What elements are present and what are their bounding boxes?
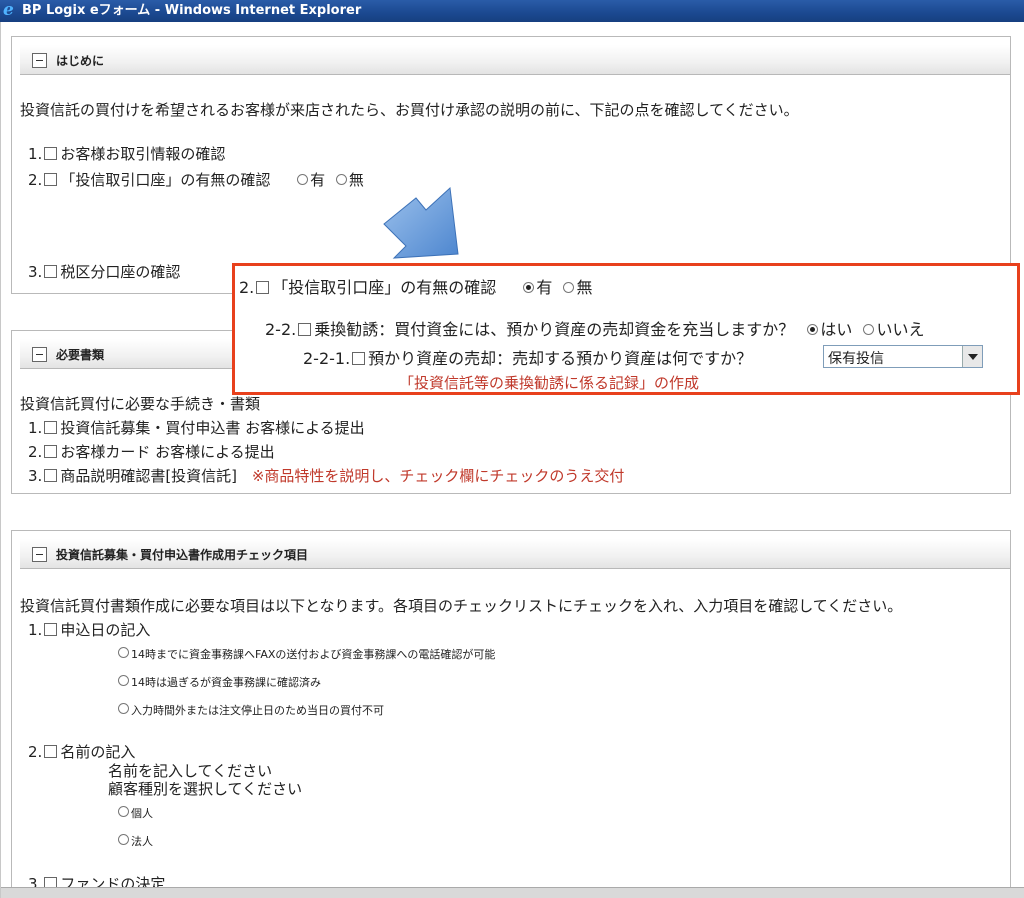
item-label: 申込日の記入 [60,621,151,639]
checkbox[interactable] [44,445,58,458]
checkbox[interactable] [44,173,58,186]
radio-button[interactable] [118,675,129,686]
callout-account-check: 2. 「投信取引口座」の有無の確認 有 無 [239,274,593,298]
radio-label-no: 無 [576,278,593,297]
radio-label: 入力時間外または注文停止日のため当日の買付不可 [131,704,384,717]
item-number: 2. [28,443,43,461]
horizontal-scrollbar[interactable] [1,887,1024,898]
radio-label: 14時は過ぎるが資金事務課に確認済み [131,676,321,689]
radio-option-corporate: 法人 [112,833,153,849]
item-label: お客様お取引情報の確認 [60,145,226,163]
section-intro-text: 投資信託買付に必要な手続き・書類 [20,395,261,413]
held-asset-select[interactable]: 保有投信 [823,345,983,368]
item-number: 2. [28,743,43,761]
checkbox[interactable] [44,147,58,160]
radio-option-date-2: 14時は過ぎるが資金事務課に確認済み [112,674,321,690]
section-intro-text: 投資信託の買付けを希望されるお客様が来店されたら、お買付け承認の説明の前に、下記… [20,101,799,119]
callout-highlight-box: 2. 「投信取引口座」の有無の確認 有 無 2-2. 乗換勧誘：買付資金には、預かり… [232,263,1020,395]
item-label: 商品説明確認書[投資信託] [60,467,238,485]
radio-yes[interactable] [297,174,309,185]
window-titlebar: e BP Logix eフォーム - Windows Internet Expl… [0,0,1024,22]
radio-button[interactable] [118,834,129,845]
radio-button[interactable] [118,703,129,714]
radio-label-yes: 有 [536,278,553,297]
item-number: 3. [28,467,43,485]
radio-button[interactable] [118,806,129,817]
item-label: 投資信託募集・買付申込書 お客様による提出 [60,419,365,437]
checklist-item-tax-account: 3. 税区分口座の確認 [28,261,180,282]
section-introduction: はじめに 投資信託の買付けを希望されるお客様が来店されたら、お買付け承認の説明の… [11,36,1011,294]
radio-label-no: いいえ [876,320,925,339]
callout-switching-solicitation: 2-2. 乗換勧誘：買付資金には、預かり資産の売却資金を充当しますか？ はい いい… [265,316,924,340]
section-title: 投資信託募集・買付申込書作成用チェック項目 [56,548,309,562]
item-number: 2. [239,278,255,297]
item-label: お客様カード お客様による提出 [60,443,275,461]
section-title: はじめに [56,54,105,68]
item-number: 2-2-1. [303,349,351,368]
checkbox[interactable] [44,745,58,758]
radio-option-date-1: 14時までに資金事務課へFAXの送付および資金事務課への電話確認が可能 [112,646,495,662]
radio-no[interactable] [335,174,347,185]
checklist-item-application-form: 1. 投資信託募集・買付申込書 お客様による提出 [28,417,365,438]
radio-label-yes: 有 [310,171,326,189]
item-number: 3. [28,263,43,281]
window-title: BP Logix eフォーム - Windows Internet Explor… [22,3,362,18]
checklist-item-customer-card: 2. お客様カード お客様による提出 [28,441,275,462]
radio-option-date-3: 入力時間外または注文停止日のため当日の買付不可 [112,702,384,718]
radio-label: 法人 [131,835,153,848]
item-number: 1. [28,621,43,639]
callout-record-note: 「投資信託等の乗換勧誘に係る記録」の作成 [399,374,700,392]
item-label: 「投信取引口座」の有無の確認 [272,278,497,297]
checkbox[interactable] [44,421,58,434]
checklist-item-customer-info: 1. お客様お取引情報の確認 [28,143,225,164]
item-label: 「投信取引口座」の有無の確認 [60,171,271,189]
callout-asset-sale: 2-2-1. 預かり資産の売却：売却する預かり資産は何ですか？ [303,345,752,369]
collapse-icon[interactable] [32,347,47,362]
radio-option-individual: 個人 [112,805,153,821]
section-application-checklist: 投資信託募集・買付申込書作成用チェック項目 投資信託買付書類作成に必要な項目は以… [11,530,1011,898]
chevron-down-icon[interactable] [962,346,982,367]
ie-logo-icon: e [3,0,14,20]
radio-yes-selected[interactable] [523,282,535,293]
checklist-item-application-date: 1. 申込日の記入 [28,619,150,640]
section-header-application-checklist[interactable]: 投資信託募集・買付申込書作成用チェック項目 [20,539,1010,569]
checkbox[interactable] [352,352,366,365]
checkbox[interactable] [44,623,58,636]
checklist-item-product-explanation: 3. 商品説明確認書[投資信託] ※商品特性を説明し、チェック欄にチェックのうえ交… [28,465,624,486]
callout-arrow-icon [383,186,459,259]
collapse-icon[interactable] [32,547,47,562]
radio-no[interactable] [863,324,875,335]
checkbox[interactable] [298,323,312,336]
item-label: 名前の記入 [60,743,136,761]
checkbox[interactable] [256,281,270,294]
checkbox[interactable] [44,469,58,482]
radio-label: 個人 [131,807,153,820]
section-header-introduction[interactable]: はじめに [20,45,1010,75]
item-number: 1. [28,419,43,437]
item-number: 2-2. [265,320,297,339]
radio-button[interactable] [118,647,129,658]
customer-type-hint: 顧客種別を選択してください [108,780,303,798]
select-value: 保有投信 [828,351,884,367]
radio-no[interactable] [563,282,575,293]
radio-label-yes: はい [820,320,853,339]
page-content: はじめに 投資信託の買付けを希望されるお客様が来店されたら、お買付け承認の説明の… [0,22,1024,898]
radio-yes-selected[interactable] [807,324,819,335]
checklist-item-account-check: 2. 「投信取引口座」の有無の確認 有 無 [28,169,364,190]
checklist-item-name-entry: 2. 名前の記入 [28,741,135,762]
product-note: ※商品特性を説明し、チェック欄にチェックのうえ交付 [251,467,625,485]
section-title: 必要書類 [56,348,105,362]
item-number: 2. [28,171,43,189]
item-number: 1. [28,145,43,163]
item-label: 乗換勧誘：買付資金には、預かり資産の売却資金を充当しますか？ [314,320,795,339]
radio-label-no: 無 [348,171,364,189]
item-label: 税区分口座の確認 [60,263,181,281]
radio-label: 14時までに資金事務課へFAXの送付および資金事務課への電話確認が可能 [131,648,496,661]
collapse-icon[interactable] [32,53,47,68]
item-label: 預かり資産の売却：売却する預かり資産は何ですか？ [368,349,753,368]
section-intro-text: 投資信託買付書類作成に必要な項目は以下となります。各項目のチェックリストにチェッ… [20,597,903,615]
checkbox[interactable] [44,265,58,278]
